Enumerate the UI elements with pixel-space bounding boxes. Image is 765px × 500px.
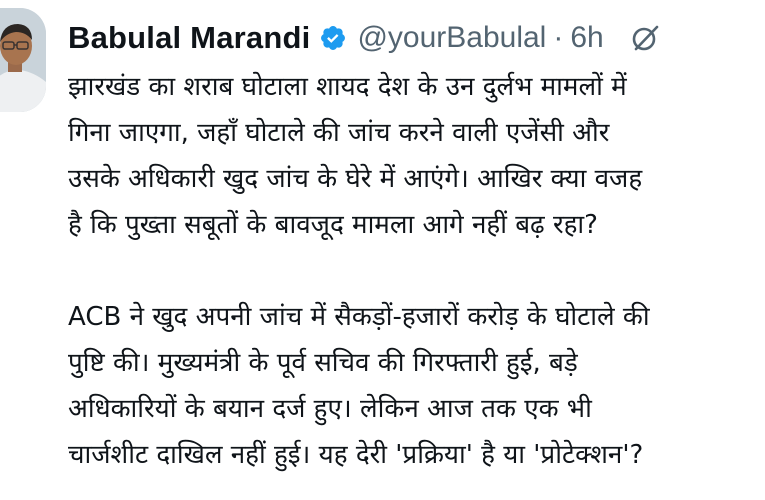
tweet-card: Babulal Marandi @yourBabulal · 6h झारखंड…: [0, 0, 765, 500]
author-name[interactable]: Babulal Marandi: [68, 20, 310, 56]
tweet-text-line: गिना जाएगा, जहाँ घोटाले की जांच करने वाल…: [68, 118, 610, 148]
tweet-text-line: है कि पुख्ता सबूतों के बावजूद मामला आगे …: [68, 210, 598, 240]
tweet-text-line: झारखंड का शराब घोटाला शायद देश के उन दुर…: [68, 72, 627, 102]
tweet-text: झारखंड का शराब घोटाला शायद देश के उन दुर…: [68, 64, 765, 478]
grok-icon[interactable]: [630, 23, 660, 53]
profile-photo: [0, 8, 46, 112]
tweet-text-line: ACB ने खुद अपनी जांच में सैकड़ों-हजारों …: [68, 302, 650, 332]
tweet-text-line: पुष्टि की। मुख्यमंत्री के पूर्व सचिव की …: [68, 348, 578, 378]
tweet-header: Babulal Marandi @yourBabulal · 6h: [68, 14, 765, 62]
author-handle[interactable]: @yourBabulal: [357, 21, 546, 55]
tweet-text-line: चार्जशीट दाखिल नहीं हुई। यह देरी 'प्रक्र…: [68, 440, 644, 470]
author-avatar[interactable]: [0, 8, 46, 112]
verified-badge-icon[interactable]: [319, 24, 347, 52]
separator-dot: ·: [553, 21, 564, 54]
post-time[interactable]: 6h: [570, 21, 603, 55]
tweet-text-line: अधिकारियों के बयान दर्ज हुए। लेकिन आज तक…: [68, 394, 592, 424]
tweet-text-line: उसके अधिकारी खुद जांच के घेरे में आएंगे।…: [68, 164, 643, 194]
